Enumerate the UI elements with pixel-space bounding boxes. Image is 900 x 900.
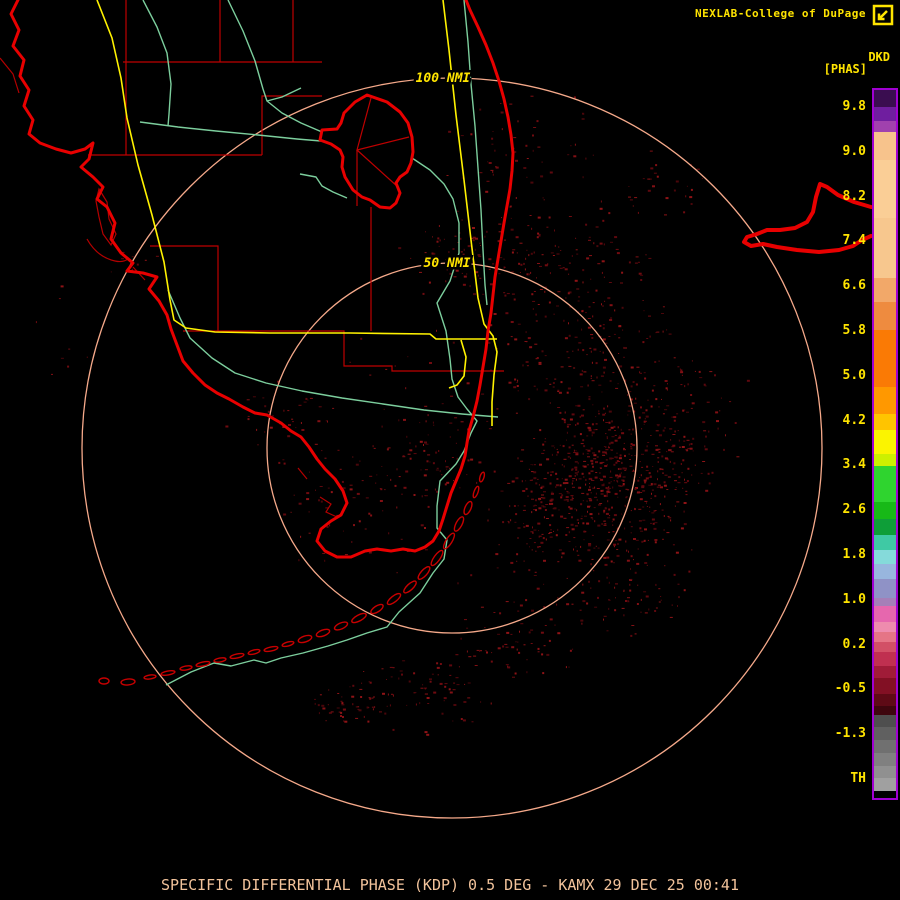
color-scale-segment [874, 414, 896, 430]
color-scale-segment [874, 622, 896, 632]
color-scale-segment [874, 678, 896, 694]
color-scale-tick-label: 8.2 [842, 188, 866, 204]
color-scale-segment [874, 466, 896, 502]
color-scale-segment [874, 535, 896, 550]
color-scale-segment [874, 121, 896, 132]
range-ring-100nmi [81, 77, 823, 819]
color-scale-segment [874, 606, 896, 622]
color-scale-segment [874, 727, 896, 740]
color-scale-segment [874, 791, 896, 798]
color-scale-segment [874, 740, 896, 753]
color-scale-segment [874, 218, 896, 278]
product-code-label: DKD [868, 50, 890, 64]
color-scale-segment [874, 598, 896, 606]
color-scale-segment [874, 778, 896, 791]
college-of-dupage-logo-icon [872, 4, 894, 26]
color-scale-segment [874, 278, 896, 302]
color-scale-tick-label: 6.6 [842, 278, 866, 294]
color-scale-tick-label: 3.4 [842, 457, 866, 473]
color-scale-segment [874, 160, 896, 218]
site-title: NEXLAB-College of DuPage [695, 7, 866, 20]
color-scale-segment [874, 330, 896, 387]
color-scale-segment [874, 519, 896, 535]
color-scale-tick-label: 4.2 [842, 412, 866, 428]
product-units-label: [PHAS] [823, 62, 867, 76]
color-scale-segment [874, 642, 896, 652]
range-ring-label-100nmi: 100 NMI [416, 71, 471, 86]
color-scale-tick-label: -0.5 [834, 681, 866, 697]
color-scale-segment [874, 564, 896, 579]
color-scale-tick-label: 9.8 [842, 99, 866, 114]
color-scale-tick-label: 1.8 [842, 547, 866, 562]
color-scale-tick-label: 9.0 [842, 143, 866, 159]
major-roads [96, 0, 498, 426]
radar-echoes [35, 95, 750, 736]
color-scale-tick-label: 1.0 [842, 591, 866, 607]
color-scale-tick-label: 7.4 [842, 233, 866, 249]
florida-keys-outlines [98, 471, 486, 686]
product-caption: SPECIFIC DIFFERENTIAL PHASE (KDP) 0.5 DE… [161, 876, 739, 894]
color-scale-segment [874, 666, 896, 678]
color-scale-segment [874, 652, 896, 666]
color-scale-segment [874, 502, 896, 519]
color-scale-segment [874, 107, 896, 121]
color-scale-segment [874, 766, 896, 778]
color-scale-segment [874, 715, 896, 727]
range-ring-label-50nmi: 50 NMI [424, 256, 471, 271]
radar-map: 100 NMI 50 NMI [0, 0, 873, 819]
color-scale-bar [872, 88, 898, 800]
range-ring-50nmi [266, 262, 638, 634]
color-scale-segment [874, 579, 896, 598]
color-scale-tick-label: 2.6 [842, 502, 866, 518]
color-scale-tick-label: TH [850, 771, 866, 786]
color-scale-segment [874, 387, 896, 414]
color-scale-segment [874, 132, 896, 160]
radar-display: 100 NMI 50 NMI NEXLAB-College of DuPage … [0, 0, 900, 900]
color-scale-segment [874, 90, 896, 107]
color-scale-tick-label: 0.2 [842, 636, 866, 652]
color-scale-tick-label: -1.3 [834, 726, 866, 742]
color-scale-tick-label: 5.0 [842, 367, 866, 383]
color-scale-segment [874, 694, 896, 706]
color-scale-tick-label: 5.8 [842, 323, 866, 338]
color-scale-segment [874, 454, 896, 466]
color-scale-segment [874, 706, 896, 715]
color-scale-segment [874, 550, 896, 564]
color-scale-segment [874, 753, 896, 766]
color-scale-segment [874, 302, 896, 330]
color-scale-segment [874, 430, 896, 454]
color-scale-segment [874, 632, 896, 642]
lake-okeechobee-outline [318, 93, 415, 210]
range-rings [81, 77, 823, 819]
